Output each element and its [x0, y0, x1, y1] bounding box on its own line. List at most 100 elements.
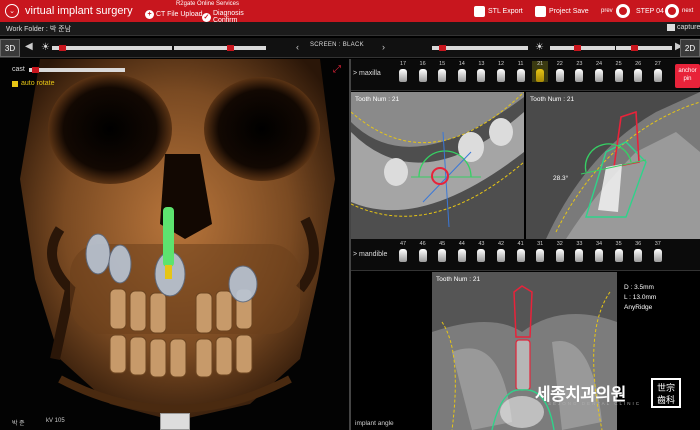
patient-name: 박 준 — [12, 421, 25, 427]
tooth-47[interactable]: 47 — [395, 241, 411, 262]
brightness-slider-left[interactable] — [52, 45, 172, 51]
next-label: next — [682, 8, 694, 14]
capture-button[interactable]: capture — [667, 24, 700, 31]
cast-slider[interactable] — [28, 66, 125, 73]
tooth-icon — [477, 249, 486, 262]
capture-label: capture — [677, 24, 700, 31]
implant-abutment — [165, 265, 172, 279]
slider-thumb[interactable] — [439, 45, 447, 51]
tooth-17[interactable]: 17 — [395, 61, 411, 82]
skull-3d-view[interactable]: cast auto rotate ⤢ 박 준 kV 105 — [0, 59, 349, 430]
tooth-33[interactable]: 33 — [571, 241, 587, 262]
tooth-number: 37 — [654, 241, 661, 247]
mode-2d-button[interactable]: 2D — [680, 39, 700, 57]
tooth-icon — [438, 69, 447, 82]
left-orbit — [48, 74, 172, 184]
tooth-number: 26 — [635, 61, 642, 67]
prev-button[interactable]: prev — [601, 2, 630, 20]
camera-icon — [667, 24, 675, 31]
slider-thumb[interactable] — [58, 45, 66, 51]
tooth-31[interactable]: 31 — [532, 241, 548, 262]
tooth-icon — [614, 69, 623, 82]
tooth-42[interactable]: 42 — [493, 241, 509, 262]
auto-rotate-toggle[interactable]: auto rotate — [12, 80, 54, 87]
right-orbit — [204, 77, 320, 181]
tooth-icon — [477, 69, 486, 82]
cross-section-view[interactable]: Tooth Num : 21 28.3° — [526, 92, 700, 239]
tooth-14[interactable]: 14 — [454, 61, 470, 82]
tooth-13[interactable]: 13 — [473, 61, 489, 82]
slider-thumb[interactable] — [226, 45, 234, 51]
ct-upload-button[interactable]: + CT File Upload — [145, 10, 203, 19]
screen-next-icon[interactable]: › — [382, 42, 385, 52]
tooth-11[interactable]: 11 — [513, 61, 529, 82]
tooth-number: 11 — [517, 61, 524, 67]
tooth-icon — [399, 249, 407, 262]
tooth-25[interactable]: 25 — [611, 61, 627, 82]
project-save-button[interactable]: Project Save — [535, 2, 589, 20]
tooth-12[interactable]: 12 — [493, 61, 509, 82]
contrast-slider-right[interactable] — [550, 45, 615, 51]
left-arrow-icon[interactable]: ◀ — [25, 41, 33, 52]
tooth-icon — [575, 69, 584, 82]
tooth-icon — [399, 69, 407, 82]
tooth-36[interactable]: 36 — [630, 241, 646, 262]
tooth-44[interactable]: 44 — [454, 241, 470, 262]
tooth-37[interactable]: 37 — [650, 241, 666, 262]
stl-export-button[interactable]: STL Export — [474, 2, 523, 20]
tooth-26[interactable]: 26 — [630, 61, 646, 82]
tooth-24[interactable]: 24 — [591, 61, 607, 82]
contrast-slider-left[interactable] — [174, 45, 266, 51]
window-slider-right[interactable] — [616, 45, 672, 51]
mode-3d-button[interactable]: 3D — [0, 39, 20, 57]
tooth-15[interactable]: 15 — [434, 61, 450, 82]
tooth-number: 33 — [576, 241, 583, 247]
tooth-icon — [516, 69, 525, 82]
step-label: STEP 04 — [636, 7, 664, 15]
brightness-slider-right[interactable] — [432, 45, 528, 51]
tooth-22[interactable]: 22 — [552, 61, 568, 82]
sagittal-view[interactable]: Tooth Num : 21 — [432, 272, 617, 430]
screen-prev-icon[interactable]: ‹ — [296, 42, 299, 52]
cast-control: cast — [12, 66, 125, 73]
slider-thumb[interactable] — [630, 45, 638, 51]
tooth-43[interactable]: 43 — [473, 241, 489, 262]
slider-thumb[interactable] — [31, 66, 39, 73]
axial-view[interactable]: Tooth Num : 21 — [351, 92, 524, 239]
work-folder-label: Work Folder : 박 준남 — [6, 25, 72, 33]
app-title: virtual implant surgery — [25, 5, 133, 17]
implant-angle-pane: implant angle — [351, 272, 431, 430]
tooth-icon — [575, 249, 584, 262]
expand-icon[interactable]: ⤢ — [333, 64, 341, 75]
online-services: R2gate Online Services + CT File Upload … — [145, 1, 270, 24]
tooth-21[interactable]: 21 — [532, 61, 549, 82]
maxilla-label: > maxilla — [353, 70, 381, 77]
tooth-icon — [418, 249, 427, 262]
tooth-32[interactable]: 32 — [552, 241, 568, 262]
tooth-27[interactable]: 27 — [650, 61, 666, 82]
next-circle-icon — [665, 4, 679, 18]
tooth-23[interactable]: 23 — [571, 61, 587, 82]
tooth-41[interactable]: 41 — [513, 241, 529, 262]
tooth-46[interactable]: 46 — [415, 241, 431, 262]
cast-label: cast — [12, 66, 25, 73]
tooth-35[interactable]: 35 — [611, 241, 627, 262]
brightness-icon: ☀ — [41, 42, 50, 53]
mode-3d-label: 3D — [4, 43, 16, 53]
slider-thumb[interactable] — [574, 45, 582, 51]
tooth-number: 34 — [595, 241, 603, 247]
tooth-icon — [555, 69, 564, 82]
tooth-number: 47 — [399, 241, 407, 247]
tooth-16[interactable]: 16 — [415, 61, 431, 82]
axial-ct-render — [351, 92, 524, 239]
head-orientation-icon[interactable] — [160, 413, 190, 430]
tooth-45[interactable]: 45 — [434, 241, 450, 262]
tooth-34[interactable]: 34 — [591, 241, 607, 262]
prev-circle-icon — [615, 4, 630, 18]
tooth-number: 27 — [654, 61, 661, 67]
anchor-pin-button[interactable]: anchor pin — [675, 64, 700, 88]
axial-tooth-num: Tooth Num : 21 — [355, 96, 400, 103]
tooth-number: 45 — [439, 241, 446, 247]
sagittal-tooth-num: Tooth Num : 21 — [436, 276, 481, 283]
next-button[interactable]: next — [665, 2, 693, 20]
